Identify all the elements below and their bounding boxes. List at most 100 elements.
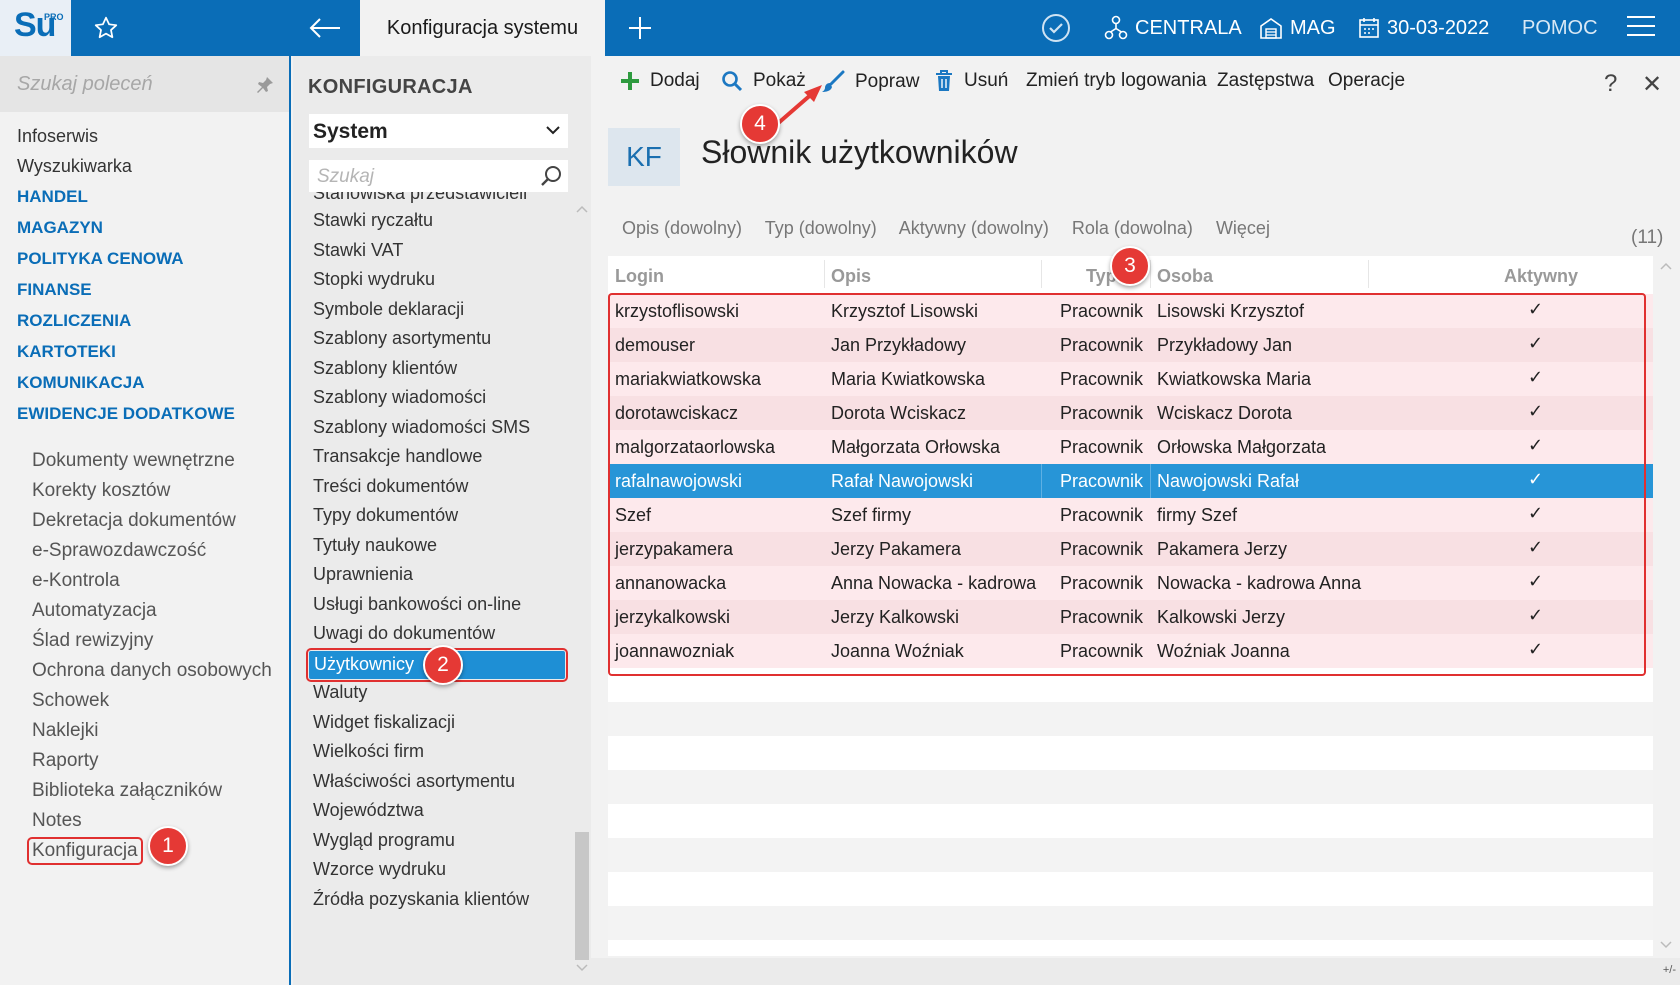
substitutes-button[interactable]: Zastępstwa: [1217, 70, 1314, 92]
nav-item-notes[interactable]: Notes: [32, 810, 82, 832]
change-login-mode-button[interactable]: Zmień tryb logowania: [1026, 70, 1207, 92]
app-logo[interactable]: Su PRO: [0, 0, 71, 56]
nav-section-handel[interactable]: HANDEL: [17, 187, 88, 207]
config-item-uwagi-do-dokumentow[interactable]: Uwagi do dokumentów: [313, 623, 495, 644]
cell-opis: Anna Nowacka - kadrowa: [831, 573, 1037, 593]
nav-section-ewidencje-dodatkowe[interactable]: EWIDENCJE DODATKOWE: [17, 404, 235, 424]
date-selector[interactable]: 30-03-2022: [1358, 0, 1489, 56]
nav-item-dekretacja-dokumentow[interactable]: Dekretacja dokumentów: [32, 510, 236, 532]
nav-section-polityka-cenowa[interactable]: POLITYKA CENOWA: [17, 249, 184, 269]
config-item-transakcje-handlowe[interactable]: Transakcje handlowe: [313, 446, 482, 467]
nav-item-ochrona-danych[interactable]: Ochrona danych osobowych: [32, 660, 272, 682]
config-item-waluty[interactable]: Waluty: [313, 682, 367, 703]
filter-aktywny[interactable]: Aktywny (dowolny): [899, 218, 1049, 238]
config-item-stawki-ryczaltu[interactable]: Stawki ryczałtu: [313, 210, 433, 231]
nav-item-naklejki[interactable]: Naklejki: [32, 720, 99, 742]
filter-rola[interactable]: Rola (dowolna): [1072, 218, 1193, 238]
help-button[interactable]: ?: [1604, 70, 1617, 98]
nav-section-magazyn[interactable]: MAGAZYN: [17, 218, 103, 238]
table-row[interactable]: dorotawciskacz Dorota Wciskacz Pracownik…: [608, 396, 1653, 430]
nav-section-finanse[interactable]: FINANSE: [17, 280, 92, 300]
config-item-szablony-asortymentu[interactable]: Szablony asortymentu: [313, 328, 491, 349]
configuration-scrollbar-thumb[interactable]: [575, 832, 589, 960]
table-row[interactable]: Szef Szef firmy Pracownik firmy Szef ✓: [608, 498, 1653, 532]
config-item-wzorce-wydruku[interactable]: Wzorce wydruku: [313, 859, 446, 880]
command-search-input[interactable]: Szukaj poleceń: [0, 56, 289, 112]
back-arrow-icon[interactable]: [290, 0, 360, 56]
nav-item-e-sprawozdawczosc[interactable]: e-Sprawozdawczość: [32, 540, 206, 562]
favorites-star-icon[interactable]: [71, 0, 141, 56]
help-link[interactable]: POMOC: [1522, 0, 1598, 56]
nav-section-komunikacja[interactable]: KOMUNIKACJA: [17, 373, 145, 393]
table-row[interactable]: malgorzataorlowska Małgorzata Orłowska P…: [608, 430, 1653, 464]
column-divider[interactable]: [824, 260, 825, 288]
add-button[interactable]: Dodaj: [620, 70, 700, 92]
search-icon[interactable]: [539, 164, 565, 188]
nav-item-korekty-kosztow[interactable]: Korekty kosztów: [32, 480, 170, 502]
table-row[interactable]: krzystoflisowski Krzysztof Lisowski Prac…: [608, 294, 1653, 328]
config-item-symbole-deklaracji[interactable]: Symbole deklaracji: [313, 299, 464, 320]
nav-item-dokumenty-wewnetrzne[interactable]: Dokumenty wewnętrzne: [32, 450, 235, 472]
column-header-login[interactable]: Login: [615, 266, 664, 287]
config-item-wielkosci-firm[interactable]: Wielkości firm: [313, 741, 424, 762]
tab-konfiguracja-systemu[interactable]: Konfiguracja systemu: [360, 0, 605, 56]
status-toggle[interactable]: +/-: [1663, 964, 1676, 976]
config-item-wojewodztwa[interactable]: Województwa: [313, 800, 424, 821]
config-item-typy-dokumentow[interactable]: Typy dokumentów: [313, 505, 458, 526]
config-item-tytuly-naukowe[interactable]: Tytuły naukowe: [313, 535, 437, 556]
nav-item-automatyzacja[interactable]: Automatyzacja: [32, 600, 157, 622]
nav-item-biblioteka-zalacznikow[interactable]: Biblioteka załączników: [32, 780, 222, 802]
nav-item-schowek[interactable]: Schowek: [32, 690, 109, 712]
pin-icon[interactable]: [256, 76, 274, 94]
warehouse-selector[interactable]: MAG: [1259, 0, 1336, 56]
filter-wiecej[interactable]: Więcej: [1216, 218, 1270, 238]
table-row[interactable]: annanowacka Anna Nowacka - kadrowa Praco…: [608, 566, 1653, 600]
config-item-uslugi-bankowosci[interactable]: Usługi bankowości on-line: [313, 594, 521, 615]
nav-section-kartoteki[interactable]: KARTOTEKI: [17, 342, 116, 362]
delete-button[interactable]: Usuń: [934, 70, 1008, 92]
column-divider[interactable]: [1041, 260, 1042, 288]
status-check-icon[interactable]: [1040, 12, 1072, 44]
column-divider[interactable]: [1150, 260, 1151, 288]
config-item-stopki-wydruku[interactable]: Stopki wydruku: [313, 269, 435, 290]
edit-button[interactable]: Popraw: [821, 70, 919, 94]
nav-wyszukiwarka[interactable]: Wyszukiwarka: [17, 156, 132, 177]
configuration-search-input[interactable]: Szukaj: [309, 160, 568, 192]
config-item-szablony-klientow[interactable]: Szablony klientów: [313, 358, 457, 379]
nav-item-slad-rewizyjny[interactable]: Ślad rewizyjny: [32, 630, 153, 652]
column-header-opis[interactable]: Opis: [831, 266, 871, 287]
filter-opis[interactable]: Opis (dowolny): [622, 218, 742, 238]
config-item-wyglad-programu[interactable]: Wygląd programu: [313, 830, 455, 851]
nav-item-e-kontrola[interactable]: e-Kontrola: [32, 570, 120, 592]
column-header-osoba[interactable]: Osoba: [1157, 266, 1213, 287]
config-item-zrodla-pozyskania[interactable]: Źródła pozyskania klientów: [313, 889, 529, 910]
table-row[interactable]: jerzykalkowski Jerzy Kalkowski Pracownik…: [608, 600, 1653, 634]
config-item-szablony-sms[interactable]: Szablony wiadomości SMS: [313, 417, 530, 438]
table-row[interactable]: joannawozniak Joanna Woźniak Pracownik W…: [608, 634, 1653, 668]
nav-item-raporty[interactable]: Raporty: [32, 750, 99, 772]
configuration-scope-select[interactable]: System: [309, 114, 568, 148]
nav-item-konfiguracja[interactable]: Konfiguracja: [27, 837, 143, 865]
new-tab-plus-icon[interactable]: [605, 0, 675, 56]
config-item-stawki-vat[interactable]: Stawki VAT: [313, 240, 403, 261]
config-item-stanowiska[interactable]: Stanowiska przedstawicieli: [313, 192, 527, 204]
table-row[interactable]: demouser Jan Przykładowy Pracownik Przyk…: [608, 328, 1653, 362]
nav-infoserwis[interactable]: Infoserwis: [17, 126, 98, 147]
company-selector[interactable]: CENTRALA: [1104, 0, 1242, 56]
config-item-widget-fiskalizacji[interactable]: Widget fiskalizacji: [313, 712, 455, 733]
table-scrollbar[interactable]: [1657, 256, 1675, 956]
table-row[interactable]: mariakwiatkowska Maria Kwiatkowska Praco…: [608, 362, 1653, 396]
config-item-uprawnienia[interactable]: Uprawnienia: [313, 564, 413, 585]
hamburger-menu-icon[interactable]: [1626, 14, 1664, 42]
operations-button[interactable]: Operacje: [1328, 70, 1405, 92]
close-button[interactable]: ✕: [1642, 70, 1662, 99]
nav-section-rozliczenia[interactable]: ROZLICZENIA: [17, 311, 131, 331]
column-header-aktywny[interactable]: Aktywny: [1504, 266, 1578, 287]
table-row[interactable]: jerzypakamera Jerzy Pakamera Pracownik P…: [608, 532, 1653, 566]
filter-typ[interactable]: Typ (dowolny): [765, 218, 877, 238]
config-item-tresci-dokumentow[interactable]: Treści dokumentów: [313, 476, 468, 497]
config-item-wlasciwosci-asortymentu[interactable]: Właściwości asortymentu: [313, 771, 515, 792]
column-divider[interactable]: [1368, 260, 1369, 288]
config-item-szablony-wiadomosci[interactable]: Szablony wiadomości: [313, 387, 486, 408]
table-row-selected[interactable]: rafalnawojowski Rafał Nawojowski Pracown…: [608, 464, 1653, 498]
